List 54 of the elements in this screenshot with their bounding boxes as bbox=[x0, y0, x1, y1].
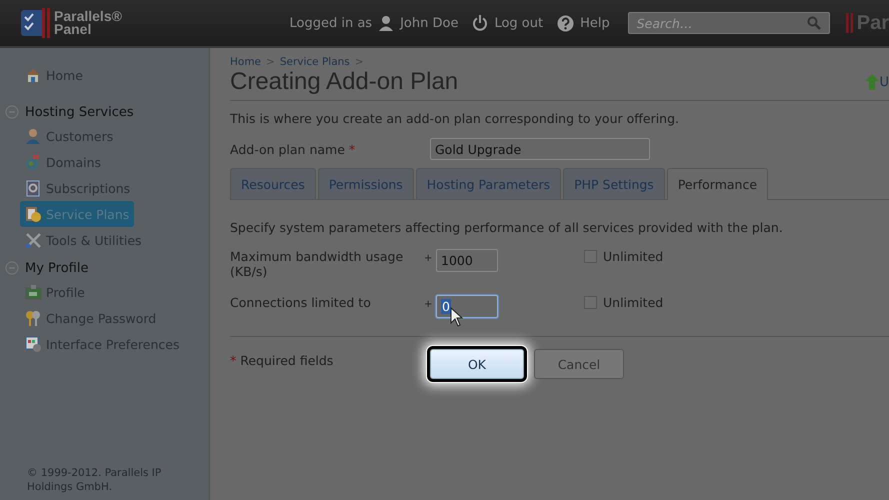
mouse-cursor-icon bbox=[450, 307, 464, 327]
breadcrumb-link[interactable]: Service Plans bbox=[280, 56, 350, 68]
logo-text: Parallels® bbox=[54, 10, 122, 23]
sidebar-item[interactable]: Service Plans bbox=[20, 201, 134, 227]
tab[interactable]: Hosting Parameters bbox=[416, 168, 562, 199]
breadcrumb-link[interactable]: Home bbox=[230, 56, 262, 68]
up-arrow-icon bbox=[865, 74, 880, 90]
log-out-link[interactable]: Log out bbox=[494, 16, 544, 30]
globe-icon bbox=[25, 154, 42, 170]
breadcrumb-separator: > bbox=[354, 56, 364, 68]
checklist-icon bbox=[20, 8, 52, 38]
required-fields-note: * Required fields bbox=[230, 352, 334, 368]
input-field[interactable]: 1000 bbox=[436, 249, 498, 272]
document-coin-icon bbox=[25, 206, 42, 222]
copyright-text: © 1999-2012. Parallels IP Holdings GmbH. bbox=[26, 466, 162, 495]
plus-sign: + bbox=[424, 298, 434, 310]
keys-icon bbox=[25, 310, 42, 326]
section-heading[interactable]: My Profile bbox=[25, 260, 88, 276]
help-link[interactable]: Help bbox=[580, 16, 610, 30]
field-label: Maximum bandwidth usage (KB/s) bbox=[230, 249, 404, 279]
person-icon bbox=[25, 128, 42, 144]
unlimited-checkbox[interactable]: Unlimited bbox=[584, 295, 664, 310]
window-gear-icon bbox=[25, 336, 42, 352]
tools-icon bbox=[25, 232, 42, 248]
input-field[interactable]: Gold Upgrade bbox=[430, 138, 650, 160]
search-icon bbox=[806, 16, 821, 30]
dialog-button[interactable]: Cancel bbox=[534, 349, 624, 379]
house-icon bbox=[25, 66, 42, 84]
selected-text: 0 bbox=[441, 299, 451, 314]
input-field[interactable]: 0 bbox=[436, 295, 498, 318]
field-label: Connections limited to bbox=[230, 295, 372, 310]
breadcrumb-separator: > bbox=[266, 56, 275, 68]
tab[interactable]: Permissions bbox=[318, 168, 414, 199]
logo-text: Panel bbox=[54, 23, 92, 36]
intro-text: This is where you create an add-on plan corresponding to your offering. bbox=[230, 111, 680, 126]
plus-sign: + bbox=[424, 252, 434, 264]
unlimited-checkbox[interactable]: Unlimited bbox=[584, 249, 664, 264]
tab[interactable]: Resources bbox=[230, 168, 316, 199]
logged-in-label: Logged in as bbox=[290, 16, 372, 30]
tab[interactable]: Performance bbox=[666, 168, 768, 200]
upgrade-link[interactable]: U bbox=[865, 74, 889, 90]
section-heading[interactable]: Hosting Services bbox=[25, 104, 134, 120]
power-icon bbox=[472, 15, 488, 31]
field-label: Add-on plan name * bbox=[230, 142, 356, 156]
user-icon bbox=[378, 15, 394, 31]
tab[interactable]: PHP Settings bbox=[563, 168, 665, 199]
section-description: Specify system parameters affecting performance of all services provided with the plan. bbox=[230, 220, 784, 235]
gear-icon bbox=[25, 180, 42, 196]
id-card-icon bbox=[25, 284, 42, 300]
brand-bars-icon bbox=[846, 13, 854, 33]
search-field[interactable]: Search… bbox=[628, 12, 830, 34]
user-name-link[interactable]: John Doe bbox=[400, 16, 458, 30]
help-icon bbox=[557, 14, 574, 32]
page-title: Creating Add-on Plan bbox=[230, 68, 458, 96]
